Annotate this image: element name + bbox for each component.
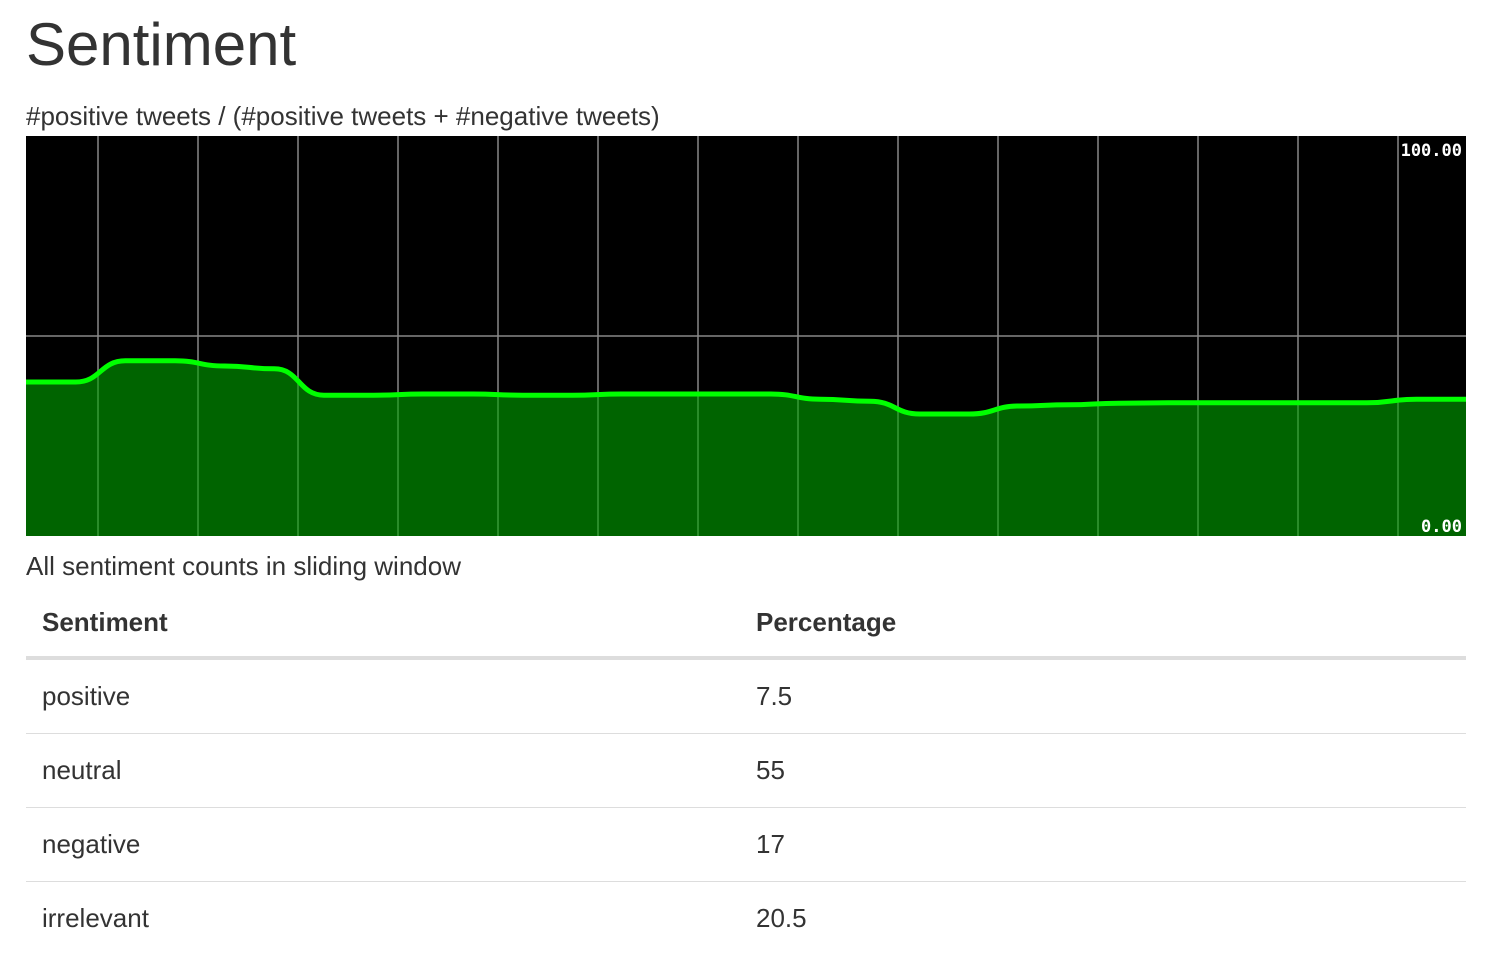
chart-caption: #positive tweets / (#positive tweets + #… xyxy=(26,101,660,131)
page-title: Sentiment xyxy=(26,11,297,78)
percentage-cell: 7.5 xyxy=(740,658,1466,734)
percentage-cell: 20.5 xyxy=(756,903,807,933)
column-header-sentiment: Sentiment xyxy=(26,588,740,660)
sentiment-chart-svg: 100.00 0.00 xyxy=(26,136,1466,536)
y-axis-max-label: 100.00 xyxy=(1401,141,1462,161)
table-row: negative 17 xyxy=(26,807,1466,882)
sentiment-cell: negative xyxy=(26,807,740,882)
percentage-cell: 17 xyxy=(740,807,1466,882)
table-header-row: Sentiment Percentage xyxy=(26,588,1466,660)
table-row: positive 7.5 xyxy=(26,658,1466,734)
column-header-percentage: Percentage xyxy=(740,588,1466,660)
sentiment-chart: 100.00 0.00 xyxy=(26,136,1466,536)
sentiment-cell: positive xyxy=(26,658,740,734)
y-axis-min-label: 0.00 xyxy=(1421,517,1462,536)
sentiment-cell: irrelevant xyxy=(42,903,149,933)
table-row: irrelevant 20.5 xyxy=(26,882,1466,956)
sentiment-table: Sentiment Percentage positive 7.5 neutra… xyxy=(26,588,1466,955)
sentiment-cell: neutral xyxy=(26,733,740,808)
table-caption: All sentiment counts in sliding window xyxy=(26,551,461,581)
table-row: neutral 55 xyxy=(26,733,1466,808)
percentage-cell: 55 xyxy=(740,733,1466,808)
